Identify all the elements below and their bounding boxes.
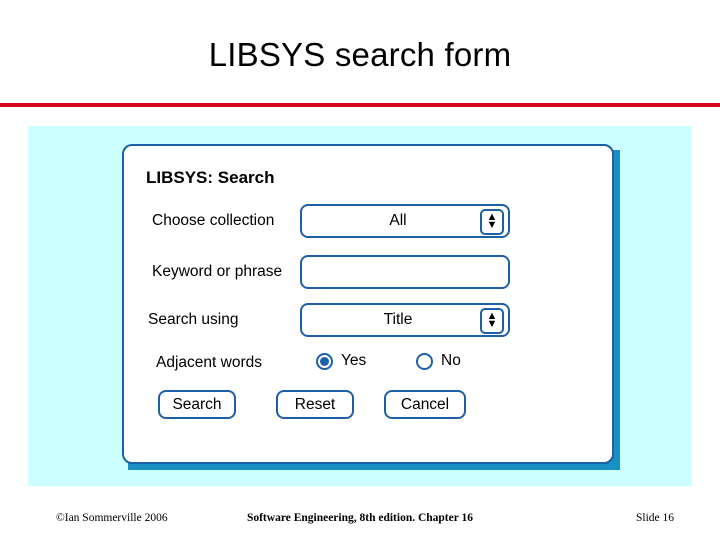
dropdown-choose-collection[interactable]: All ▲ ▼ [300, 204, 510, 238]
field-row-adjacent-words: Adjacent words Yes No [124, 346, 612, 382]
radio-adjacent-words-yes[interactable]: Yes [316, 352, 366, 370]
page-title: LIBSYS search form [208, 36, 512, 73]
cancel-button[interactable]: Cancel [384, 390, 466, 419]
dropdown-search-using[interactable]: Title ▲ ▼ [300, 303, 510, 337]
chevron-down-icon: ▼ [486, 219, 498, 231]
slide-footer: ©Ian Sommerville 2006 Software Engineeri… [0, 512, 720, 534]
keyword-input[interactable] [300, 255, 510, 289]
libsys-search-form: LIBSYS: Search Choose collection All ▲ ▼… [122, 144, 614, 464]
radio-no-label: No [441, 352, 461, 369]
stepper-choose-collection[interactable]: ▲ ▼ [480, 209, 504, 235]
radio-yes-label: Yes [341, 352, 367, 369]
slide: LIBSYS search form LIBSYS: Search Choose… [0, 0, 720, 540]
label-adjacent-words: Adjacent words [156, 354, 262, 371]
form-window-base-bar [128, 464, 620, 470]
field-row-keyword: Keyword or phrase [124, 255, 612, 291]
footer-book-reference: Software Engineering, 8th edition. Chapt… [246, 512, 474, 524]
dropdown-search-using-value: Title [383, 311, 413, 328]
reset-button[interactable]: Reset [276, 390, 354, 419]
label-choose-collection: Choose collection [152, 212, 275, 229]
form-heading: LIBSYS: Search [146, 168, 275, 187]
label-keyword-or-phrase: Keyword or phrase [152, 263, 283, 280]
label-search-using: Search using [148, 311, 239, 328]
chevron-down-icon: ▼ [486, 318, 498, 330]
field-row-search-using: Search using Title ▲ ▼ [124, 303, 612, 339]
keyword-input-value [302, 257, 508, 287]
title-divider [0, 103, 720, 107]
radio-no-icon [416, 352, 433, 370]
footer-slide-number: Slide 16 [635, 512, 674, 524]
stepper-search-using[interactable]: ▲ ▼ [480, 308, 504, 334]
field-row-choose-collection: Choose collection All ▲ ▼ [124, 204, 612, 240]
radio-adjacent-words-no[interactable]: No [416, 352, 461, 370]
dropdown-choose-collection-value: All [389, 212, 407, 229]
search-button[interactable]: Search [158, 390, 236, 419]
radio-yes-icon [316, 352, 333, 370]
